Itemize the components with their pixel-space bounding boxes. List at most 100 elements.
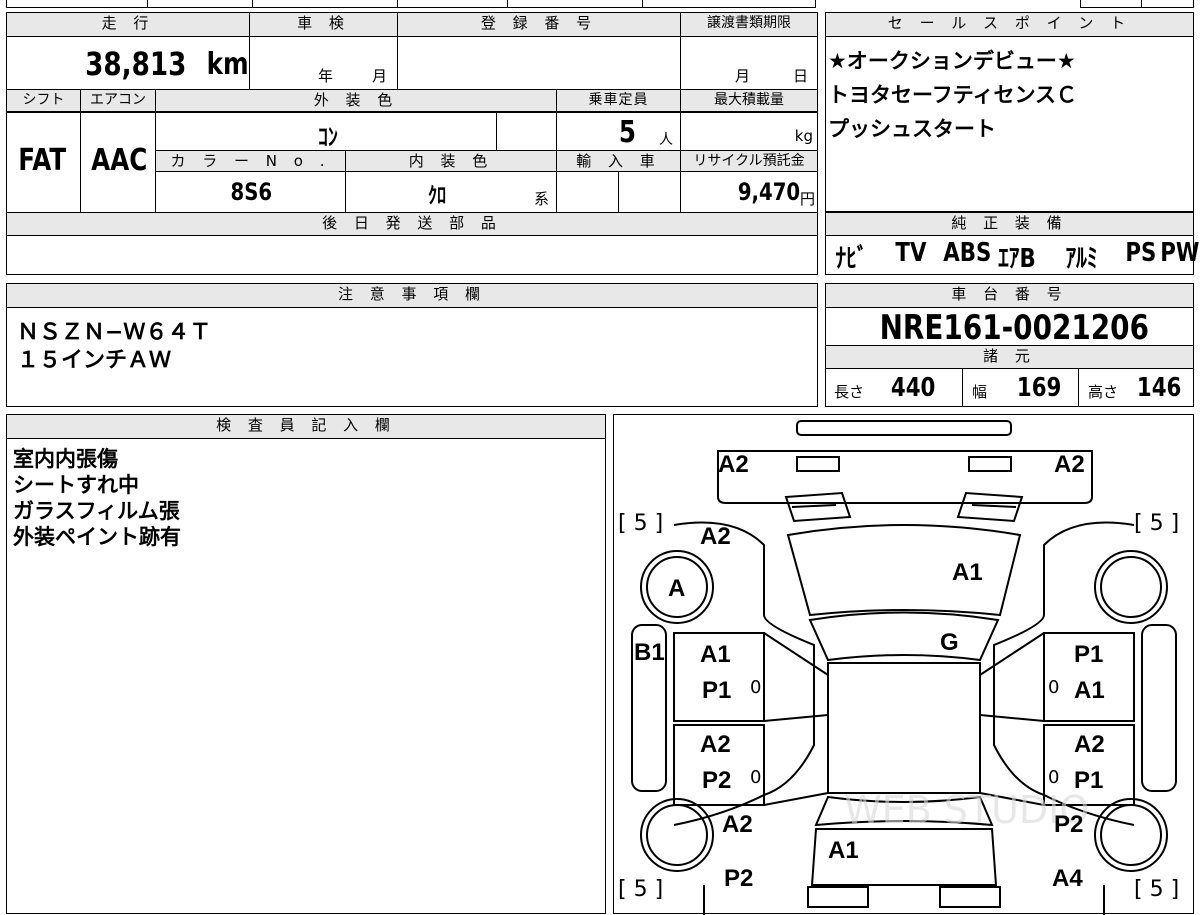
watermark-text: WEB STUDIO — [844, 788, 1089, 832]
damage-wheel-fl: A — [668, 575, 686, 602]
equip-airbag: ｴｱB — [998, 244, 1036, 274]
notes-box: 注 意 事 項 欄 ＮＳＺＮ−Ｗ６４Ｔ １５インチＡＷ — [6, 283, 818, 407]
inspection-cell: 年 月 — [249, 37, 397, 89]
damage-bumper-fl: A2 — [718, 451, 749, 478]
capacity-unit: 人 — [659, 132, 673, 148]
mark-fl: 0 — [750, 677, 762, 698]
damage-door-rr-1: A2 — [1074, 731, 1105, 758]
top-strip-right — [1080, 0, 1194, 8]
recycle-header: リサイクル預託金 — [680, 150, 817, 172]
parts-header: 後 日 発 送 部 品 — [7, 212, 817, 236]
tire-fl-label: [ 5 ] — [618, 511, 664, 536]
damage-door-rl-1: A2 — [700, 731, 731, 758]
sales-point-2: トヨタセーフティセンスＣ — [828, 83, 1078, 107]
exterior-color-header: 外 装 色 — [155, 90, 556, 112]
chassis-header: 車 台 番 号 — [826, 284, 1193, 308]
damage-windshield: G — [940, 629, 959, 656]
color-no-cell: 8S6 — [155, 172, 345, 212]
damage-door-rr-2: P1 — [1074, 767, 1104, 794]
transfer-day: 日 — [793, 67, 809, 85]
sales-points-box: セ ー ル ス ポ イ ン ト ★オークションデビュー★ トヨタセーフティセンス… — [825, 12, 1194, 212]
spec-row: 長さ 440 幅 169 高さ 146 — [826, 369, 1193, 406]
damage-rear-left: P2 — [724, 865, 754, 892]
equip-abs: ABS — [943, 238, 992, 268]
sales-point-3: プッシュスタート — [828, 117, 996, 141]
mark-fr: 0 — [1048, 677, 1060, 698]
damage-trunk: A1 — [828, 837, 859, 864]
transfer-header: 譲渡書類期限 — [680, 13, 817, 37]
import-header: 輸 入 車 — [556, 150, 680, 172]
inspector-header: 検 査 員 記 入 欄 — [7, 415, 605, 439]
damage-pillar-left: B1 — [634, 639, 665, 666]
tire-rr-label: [ 5 ] — [1134, 877, 1180, 902]
exterior-color-value: ｺﾝ — [318, 123, 338, 151]
damage-door-fl-1: A1 — [700, 641, 731, 668]
inspector-box: 検 査 員 記 入 欄 室内内張傷 シートすれ中 ガラスフィルム張 外装ペイント… — [6, 414, 606, 914]
mileage-value: 38,813 — [84, 45, 186, 83]
exterior-color-cell: ｺﾝ — [155, 112, 496, 151]
width-label: 幅 — [972, 383, 988, 401]
max-load-cell: kg — [680, 112, 817, 150]
registration-header: 登 録 番 号 — [397, 13, 680, 37]
shift-value: FAT — [18, 143, 67, 178]
tire-rl-label: [ 5 ] — [618, 877, 664, 902]
mileage-unit: km — [206, 47, 249, 82]
parts-cell — [7, 236, 817, 274]
notes-header: 注 意 事 項 欄 — [7, 284, 817, 308]
car-diagram-box: WEB STUDIO [ 5 ] [ 5 ] [ 5 ] [ 5 ] A2 A2… — [613, 414, 1194, 915]
ac-cell: AAC — [80, 112, 155, 212]
chassis-number: NRE161-0021206 — [879, 308, 1149, 348]
import-cell — [556, 172, 618, 212]
ac-header: エアコン — [80, 90, 155, 112]
length-label: 長さ — [834, 383, 865, 401]
capacity-header: 乗車定員 — [556, 90, 680, 112]
notes-line-2: １５インチＡＷ — [17, 348, 172, 373]
recycle-value: 9,470 — [737, 178, 801, 206]
damage-fender-fl: A2 — [700, 523, 731, 550]
capacity-cell: 5 人 — [556, 112, 680, 150]
color-no-header: カ ラ ー N o . — [155, 150, 345, 172]
damage-door-rl-2: P2 — [702, 767, 732, 794]
equipment-box: 純 正 装 備 ﾅﾋﾞ TV ABS ｴｱB ｱﾙﾐ PS PW — [825, 212, 1199, 275]
top-strip — [6, 0, 816, 8]
inspection-year: 年 — [318, 67, 334, 85]
interior-color-suffix: 系 — [534, 190, 550, 208]
inspector-line-4: 外装ペイント跡有 — [13, 525, 181, 549]
capacity-value: 5 — [618, 115, 636, 150]
damage-door-fl-2: P1 — [702, 677, 732, 704]
max-load-header: 最大積載量 — [680, 90, 817, 112]
inspection-month: 月 — [372, 67, 388, 85]
recycle-unit: 円 — [799, 190, 815, 208]
recycle-cell: 9,470 円 — [680, 172, 817, 212]
damage-rear-right: A4 — [1052, 865, 1083, 892]
damage-quarter-rl: A2 — [722, 811, 753, 838]
height-value: 146 — [1136, 373, 1182, 403]
ac-value: AAC — [91, 143, 148, 178]
equip-ps: PS — [1125, 238, 1157, 268]
mileage-header: 走 行 — [7, 13, 249, 37]
width-value: 169 — [1016, 373, 1062, 403]
equip-alloy: ｱﾙﾐ — [1065, 244, 1098, 274]
shift-header: シフト — [7, 90, 80, 112]
equip-navi: ﾅﾋﾞ — [835, 244, 868, 274]
damage-door-fr-2: A1 — [1074, 677, 1105, 704]
exterior-color-extra — [496, 112, 556, 150]
color-no-value: 8S6 — [230, 178, 273, 206]
damage-bumper-fr: A2 — [1054, 451, 1085, 478]
damage-hood: A1 — [952, 559, 983, 586]
registration-cell — [397, 37, 680, 89]
height-label: 高さ — [1088, 383, 1119, 401]
interior-color-header: 内 装 色 — [345, 150, 556, 172]
sales-points-header: セ ー ル ス ポ イ ン ト — [826, 13, 1193, 37]
damage-door-fr-1: P1 — [1074, 641, 1104, 668]
transfer-month: 月 — [735, 67, 751, 85]
damage-quarter-rr: P2 — [1054, 811, 1084, 838]
import-cell-2 — [618, 172, 680, 212]
length-value: 440 — [890, 373, 936, 403]
max-load-unit: kg — [794, 127, 813, 145]
spec-header: 諸 元 — [826, 345, 1193, 369]
shift-cell: FAT — [7, 112, 80, 212]
equipment-header: 純 正 装 備 — [826, 212, 1193, 236]
mark-rr: 0 — [1048, 767, 1060, 788]
transfer-cell: 月 日 — [680, 37, 817, 89]
